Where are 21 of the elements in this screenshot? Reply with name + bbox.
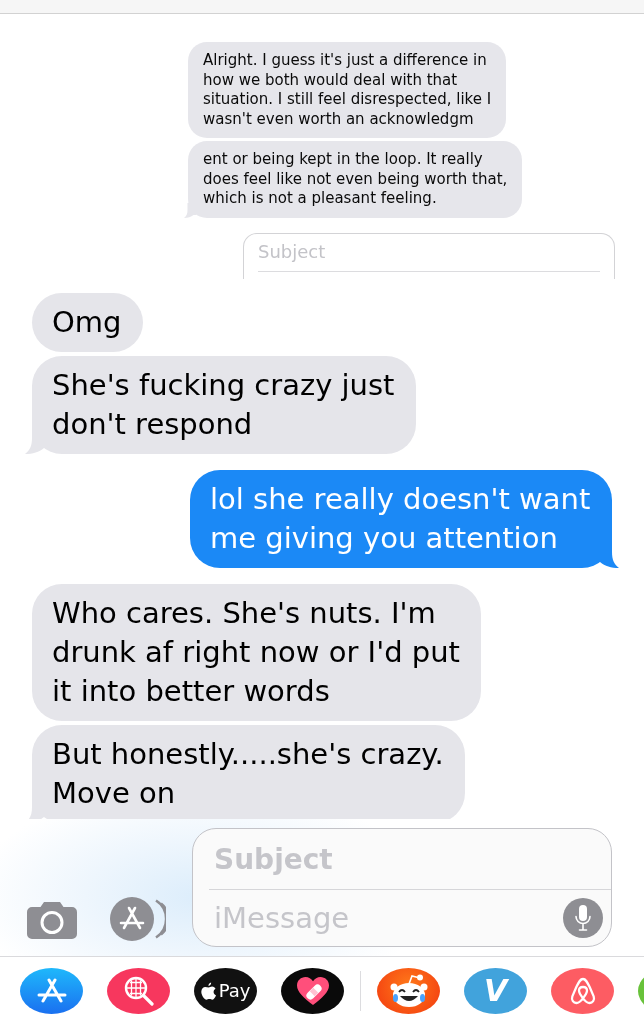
loop-icon — [569, 976, 596, 1005]
app-drawer-button[interactable]: Pay — [194, 967, 257, 1014]
message-bubble: But honestly.....she's crazy. Move on — [32, 724, 465, 819]
microphone-icon — [575, 905, 591, 931]
message-bubble: lol she really doesn't want me giving you attention — [190, 469, 612, 568]
message-bubble: Omg — [32, 292, 143, 352]
alien-face-icon — [388, 972, 429, 1009]
message-bubble: She's fucking crazy just don't respond — [32, 355, 416, 454]
apps-button[interactable] — [110, 897, 166, 941]
apple-icon — [200, 981, 216, 1000]
message-bubble: ent or being kept in the loop. It really does feel like not even being worth that, which is not a pleasant feeling. — [188, 141, 522, 218]
subject-field[interactable]: Subject — [243, 232, 615, 279]
camera-icon — [27, 901, 77, 939]
dictation-button[interactable] — [563, 898, 603, 938]
message-bubble: Who cares. She's nuts. I'm drunk af right now or I'd put it into better words — [32, 583, 481, 721]
app-store-icon — [36, 977, 67, 1004]
camera-button[interactable] — [27, 901, 77, 939]
message-bubble: Alright. I guess it's just a difference in how we both would deal with that situation. I still feel disrespected, like I wasn't even worth an acknowledgm — [188, 42, 506, 138]
globe-search-icon — [123, 975, 154, 1006]
bandaged-heart-icon — [295, 975, 330, 1006]
app-store-icon — [110, 897, 166, 941]
